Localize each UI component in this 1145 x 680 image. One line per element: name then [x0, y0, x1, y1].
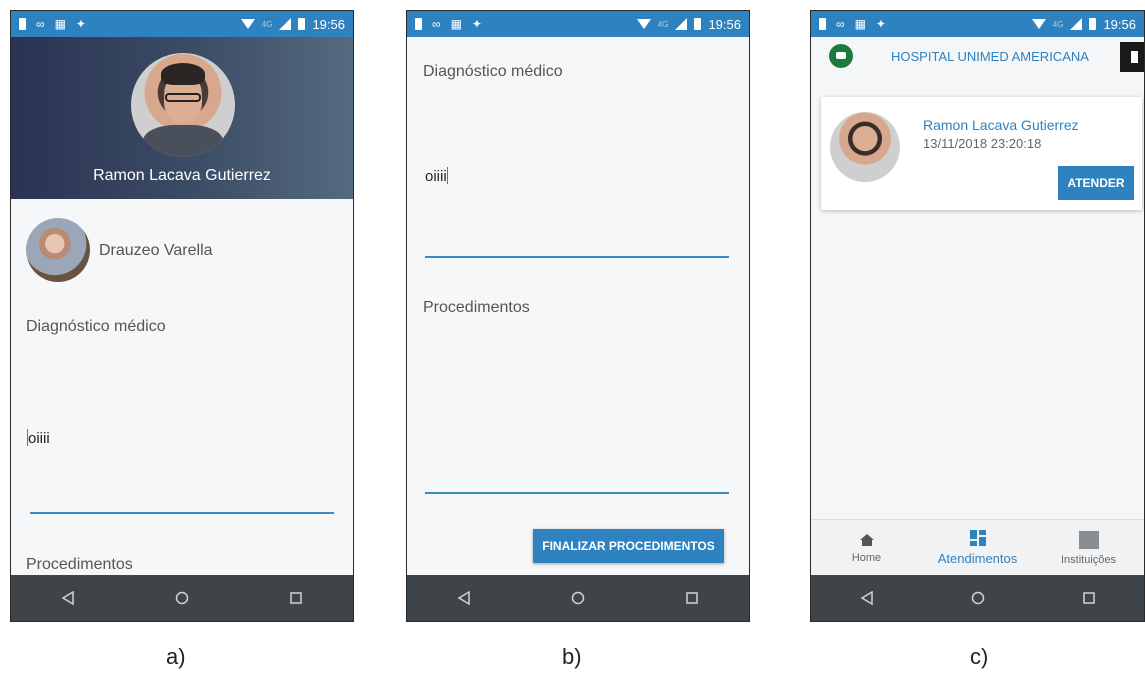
- status-time: 19:56: [312, 16, 345, 32]
- twitter-icon: ✦: [875, 17, 886, 31]
- home-circle-icon[interactable]: [571, 591, 585, 605]
- procedures-label: Procedimentos: [423, 299, 530, 316]
- android-nav-bar: [407, 575, 749, 621]
- image-icon: ▦: [854, 17, 866, 31]
- voicemail-icon: ∞: [836, 17, 845, 31]
- voicemail-icon: ∞: [36, 17, 45, 31]
- caption-a: a): [166, 644, 186, 669]
- hospital-logo-icon: [829, 44, 853, 68]
- doctor-avatar: [26, 218, 90, 282]
- form-body: Diagnóstico médico oiiii Procedimentos F…: [407, 37, 749, 575]
- image-icon: ▦: [450, 17, 462, 31]
- dashboard-icon: [969, 530, 986, 546]
- network-type: 4G: [261, 19, 273, 29]
- signal-icon: [675, 18, 688, 30]
- patient-header: Ramon Lacava Gutierrez: [11, 37, 353, 199]
- status-bar: ∞ ▦ ✦ 4G 19:56: [11, 11, 353, 37]
- android-nav-bar: [811, 575, 1144, 621]
- diagnosis-underline: [425, 256, 729, 258]
- procedures-underline: [425, 492, 729, 494]
- recents-icon[interactable]: [289, 591, 303, 605]
- back-icon[interactable]: [61, 591, 75, 605]
- form-body: Drauzeo Varella Diagnóstico médico oiiii…: [11, 199, 353, 575]
- battery-alert-icon: [415, 18, 422, 30]
- app-top-bar: HOSPITAL UNIMED AMERICANA: [811, 37, 1144, 87]
- battery-icon: [298, 18, 306, 30]
- patient-avatar: [131, 53, 235, 157]
- phone-screen-c: ∞ ▦ ✦ 4G 19:56 HOSPITAL UNIMED AMERICANA…: [810, 10, 1145, 622]
- appointment-card: Ramon Lacava Gutierrez 13/11/2018 23:20:…: [821, 97, 1142, 210]
- wifi-icon: [636, 19, 651, 29]
- diagnosis-value: oiiii: [28, 430, 50, 447]
- caption-c: c): [970, 644, 989, 669]
- patient-name: Ramon Lacava Gutierrez: [923, 117, 1079, 133]
- bottom-tab-bar: Home Atendimentos Instituições: [811, 519, 1144, 575]
- image-icon: ▦: [54, 17, 66, 31]
- patient-name: Ramon Lacava Gutierrez: [93, 167, 271, 184]
- network-type: 4G: [1052, 19, 1064, 29]
- attend-button[interactable]: ATENDER: [1058, 166, 1134, 200]
- tab-label: Home: [851, 551, 882, 564]
- recents-icon[interactable]: [1082, 591, 1096, 605]
- hospital-name: HOSPITAL UNIMED AMERICANA: [891, 49, 1089, 64]
- back-icon[interactable]: [860, 591, 874, 605]
- back-icon[interactable]: [457, 591, 471, 605]
- diagnosis-underline: [30, 512, 334, 514]
- tab-label: Atendimentos: [937, 551, 1018, 566]
- doctor-name: Drauzeo Varella: [99, 242, 213, 259]
- battery-icon: [1089, 18, 1097, 30]
- caption-b: b): [562, 644, 582, 669]
- status-bar: ∞ ▦ ✦ 4G 19:56: [811, 11, 1144, 37]
- recents-icon[interactable]: [685, 591, 699, 605]
- diagnosis-label: Diagnóstico médico: [423, 63, 563, 80]
- battery-alert-icon: [819, 18, 826, 30]
- network-type: 4G: [657, 19, 669, 29]
- wifi-icon: [240, 19, 255, 29]
- status-time: 19:56: [708, 16, 741, 32]
- home-icon: [859, 533, 874, 546]
- battery-icon: [694, 18, 702, 30]
- signal-icon: [279, 18, 292, 30]
- procedures-input[interactable]: [425, 327, 729, 489]
- wifi-icon: [1031, 19, 1046, 29]
- status-bar: ∞ ▦ ✦ 4G 19:56: [407, 11, 749, 37]
- patient-avatar: [830, 112, 900, 182]
- diagnosis-input[interactable]: oiiii: [425, 167, 729, 257]
- home-circle-icon[interactable]: [971, 591, 985, 605]
- home-circle-icon[interactable]: [175, 591, 189, 605]
- android-nav-bar: [11, 575, 353, 621]
- twitter-icon: ✦: [75, 17, 86, 31]
- finalize-procedures-button[interactable]: FINALIZAR PROCEDIMENTOS: [533, 529, 724, 563]
- building-icon: [1078, 530, 1099, 549]
- tab-home[interactable]: Home: [811, 520, 922, 575]
- voicemail-icon: ∞: [432, 17, 441, 31]
- diagnosis-label: Diagnóstico médico: [26, 318, 166, 335]
- diagnosis-value: oiiii: [425, 168, 447, 185]
- status-time: 19:56: [1103, 16, 1136, 32]
- phone-screen-a: ∞ ▦ ✦ 4G 19:56 Ramon Lacava Gutierrez Dr…: [10, 10, 354, 622]
- twitter-icon: ✦: [471, 17, 482, 31]
- procedures-label: Procedimentos: [26, 556, 133, 573]
- exit-icon[interactable]: [1120, 42, 1144, 72]
- phone-screen-b: ∞ ▦ ✦ 4G 19:56 Diagnóstico médico oiiii …: [406, 10, 750, 622]
- text-caret: [446, 167, 448, 184]
- appointment-datetime: 13/11/2018 23:20:18: [923, 136, 1042, 151]
- tab-instituicoes[interactable]: Instituições: [1033, 520, 1144, 575]
- battery-alert-icon: [19, 18, 26, 30]
- tab-label: Instituições: [1060, 553, 1117, 566]
- diagnosis-input[interactable]: oiiii: [27, 429, 333, 519]
- signal-icon: [1070, 18, 1083, 30]
- tab-atendimentos[interactable]: Atendimentos: [922, 520, 1033, 575]
